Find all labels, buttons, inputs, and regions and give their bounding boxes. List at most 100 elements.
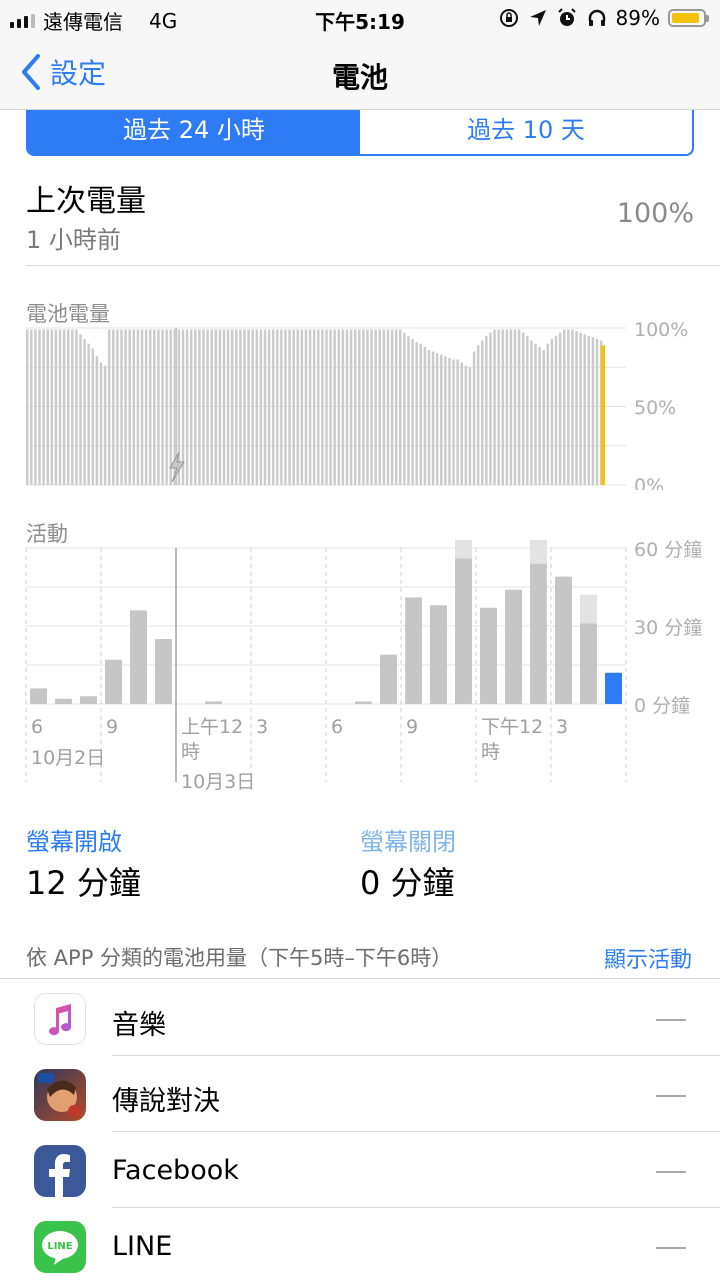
battery-level-chart: 100% 50% 0% [26, 320, 688, 490]
screen-on-label: 螢幕開啟 [26, 828, 122, 856]
activity-tick-30: 30 分鐘 [634, 617, 702, 639]
x-tick-noon-suffix: 時 [481, 741, 500, 763]
activity-bar-screen-off [580, 594, 597, 624]
battery-bar [481, 340, 484, 485]
battery-bar [440, 354, 443, 485]
activity-bar-screen-on [555, 576, 572, 704]
battery-bar [95, 356, 99, 485]
status-bar: 遠傳電信 4G 下午5:19 89% [0, 0, 720, 40]
battery-bar [255, 329, 259, 485]
battery-bar [460, 362, 463, 485]
battery-bar [107, 329, 111, 485]
app-row-line[interactable]: LINE LINE [0, 1209, 720, 1280]
battery-bar [554, 335, 558, 485]
app-usage-dash [656, 1247, 686, 1249]
svg-text:LINE: LINE [47, 1241, 72, 1252]
last-charge-label: 上次電量 [26, 184, 146, 219]
battery-bar [522, 332, 525, 485]
battery-bar [169, 329, 172, 485]
battery-bar [206, 329, 209, 485]
last-charge-value: 100% [616, 198, 694, 229]
alarm-icon [557, 8, 576, 26]
battery-bar [366, 329, 369, 485]
time-range-segment: 過去 24 小時 過去 10 天 [26, 110, 694, 156]
battery-bar [210, 329, 213, 485]
battery-bar [112, 329, 115, 485]
battery-bar [75, 329, 78, 485]
battery-bar [513, 329, 517, 485]
battery-bar [91, 348, 95, 485]
activity-bar-screen-on [380, 654, 397, 704]
battery-bar [579, 332, 582, 485]
battery-bar [284, 329, 287, 485]
headphones-icon [588, 9, 605, 26]
activity-bar-screen-on [405, 597, 422, 704]
activity-bar-screen-on [480, 607, 497, 704]
battery-bar [267, 329, 271, 485]
app-usage-header: 依 APP 分類的電池用量（下午5時–下午6時） [26, 946, 453, 970]
battery-bar [575, 331, 578, 485]
battery-bar [526, 335, 529, 485]
battery-tick-100: 100% [634, 320, 688, 341]
activity-bar-screen-on [505, 589, 522, 704]
battery-bar [448, 357, 451, 485]
app-row-facebook[interactable]: Facebook [0, 1133, 720, 1210]
battery-bar [300, 329, 304, 485]
battery-bar [202, 329, 205, 485]
battery-bar [66, 329, 70, 485]
battery-bar [587, 335, 591, 485]
battery-bar [26, 329, 29, 485]
battery-bar [493, 329, 496, 485]
battery-bar [165, 329, 168, 485]
battery-bar [292, 329, 295, 485]
app-name: LINE [112, 1231, 173, 1262]
segment-24h[interactable]: 過去 24 小時 [28, 110, 360, 154]
battery-bar [58, 329, 62, 485]
battery-bar [431, 351, 435, 485]
x-tick-9: 9 [106, 716, 118, 738]
activity-tick-60: 60 分鐘 [634, 540, 702, 561]
battery-bar [34, 329, 37, 485]
show-activity-link[interactable]: 顯示活動 [604, 942, 692, 974]
battery-bar [501, 329, 504, 485]
battery-bar [325, 329, 328, 485]
row-divider [112, 1131, 720, 1132]
battery-bar [382, 329, 386, 485]
game-icon [34, 1069, 86, 1121]
battery-bar [489, 332, 492, 485]
activity-bar-screen-on [430, 605, 447, 704]
battery-tick-0: 0% [634, 475, 664, 490]
app-name: Facebook [112, 1155, 239, 1186]
battery-bar [263, 329, 267, 485]
battery-bar [370, 329, 373, 485]
battery-bar [399, 329, 402, 485]
battery-bar [411, 338, 414, 485]
battery-bar [38, 329, 41, 485]
battery-bar [468, 367, 472, 485]
activity-bar-screen-off [455, 540, 472, 559]
battery-bar [185, 329, 189, 485]
battery-bar [116, 329, 119, 485]
battery-bar [189, 329, 193, 485]
battery-bar [148, 329, 152, 485]
app-row-music[interactable]: 音樂 [0, 981, 720, 1058]
battery-bar [243, 329, 246, 485]
battery-bar [87, 343, 90, 485]
rotation-lock-icon [499, 9, 518, 27]
battery-bar [239, 329, 242, 485]
battery-bar [595, 338, 599, 485]
app-row-arena-of-valor[interactable]: 傳說對決 [0, 1057, 720, 1134]
battery-bar [124, 329, 127, 485]
x-tick-9am: 9 [406, 716, 418, 738]
battery-bar [517, 329, 521, 485]
battery-bar [144, 329, 148, 485]
battery-bar [321, 329, 324, 485]
segment-10d[interactable]: 過去 10 天 [360, 110, 692, 154]
activity-tick-0: 0 分鐘 [634, 695, 690, 717]
battery-bar [296, 329, 300, 485]
battery-bar [71, 329, 74, 485]
activity-bar-screen-on [105, 659, 122, 704]
activity-bar-screen-off [530, 540, 547, 564]
battery-bar [230, 329, 234, 485]
facebook-icon [34, 1145, 86, 1197]
